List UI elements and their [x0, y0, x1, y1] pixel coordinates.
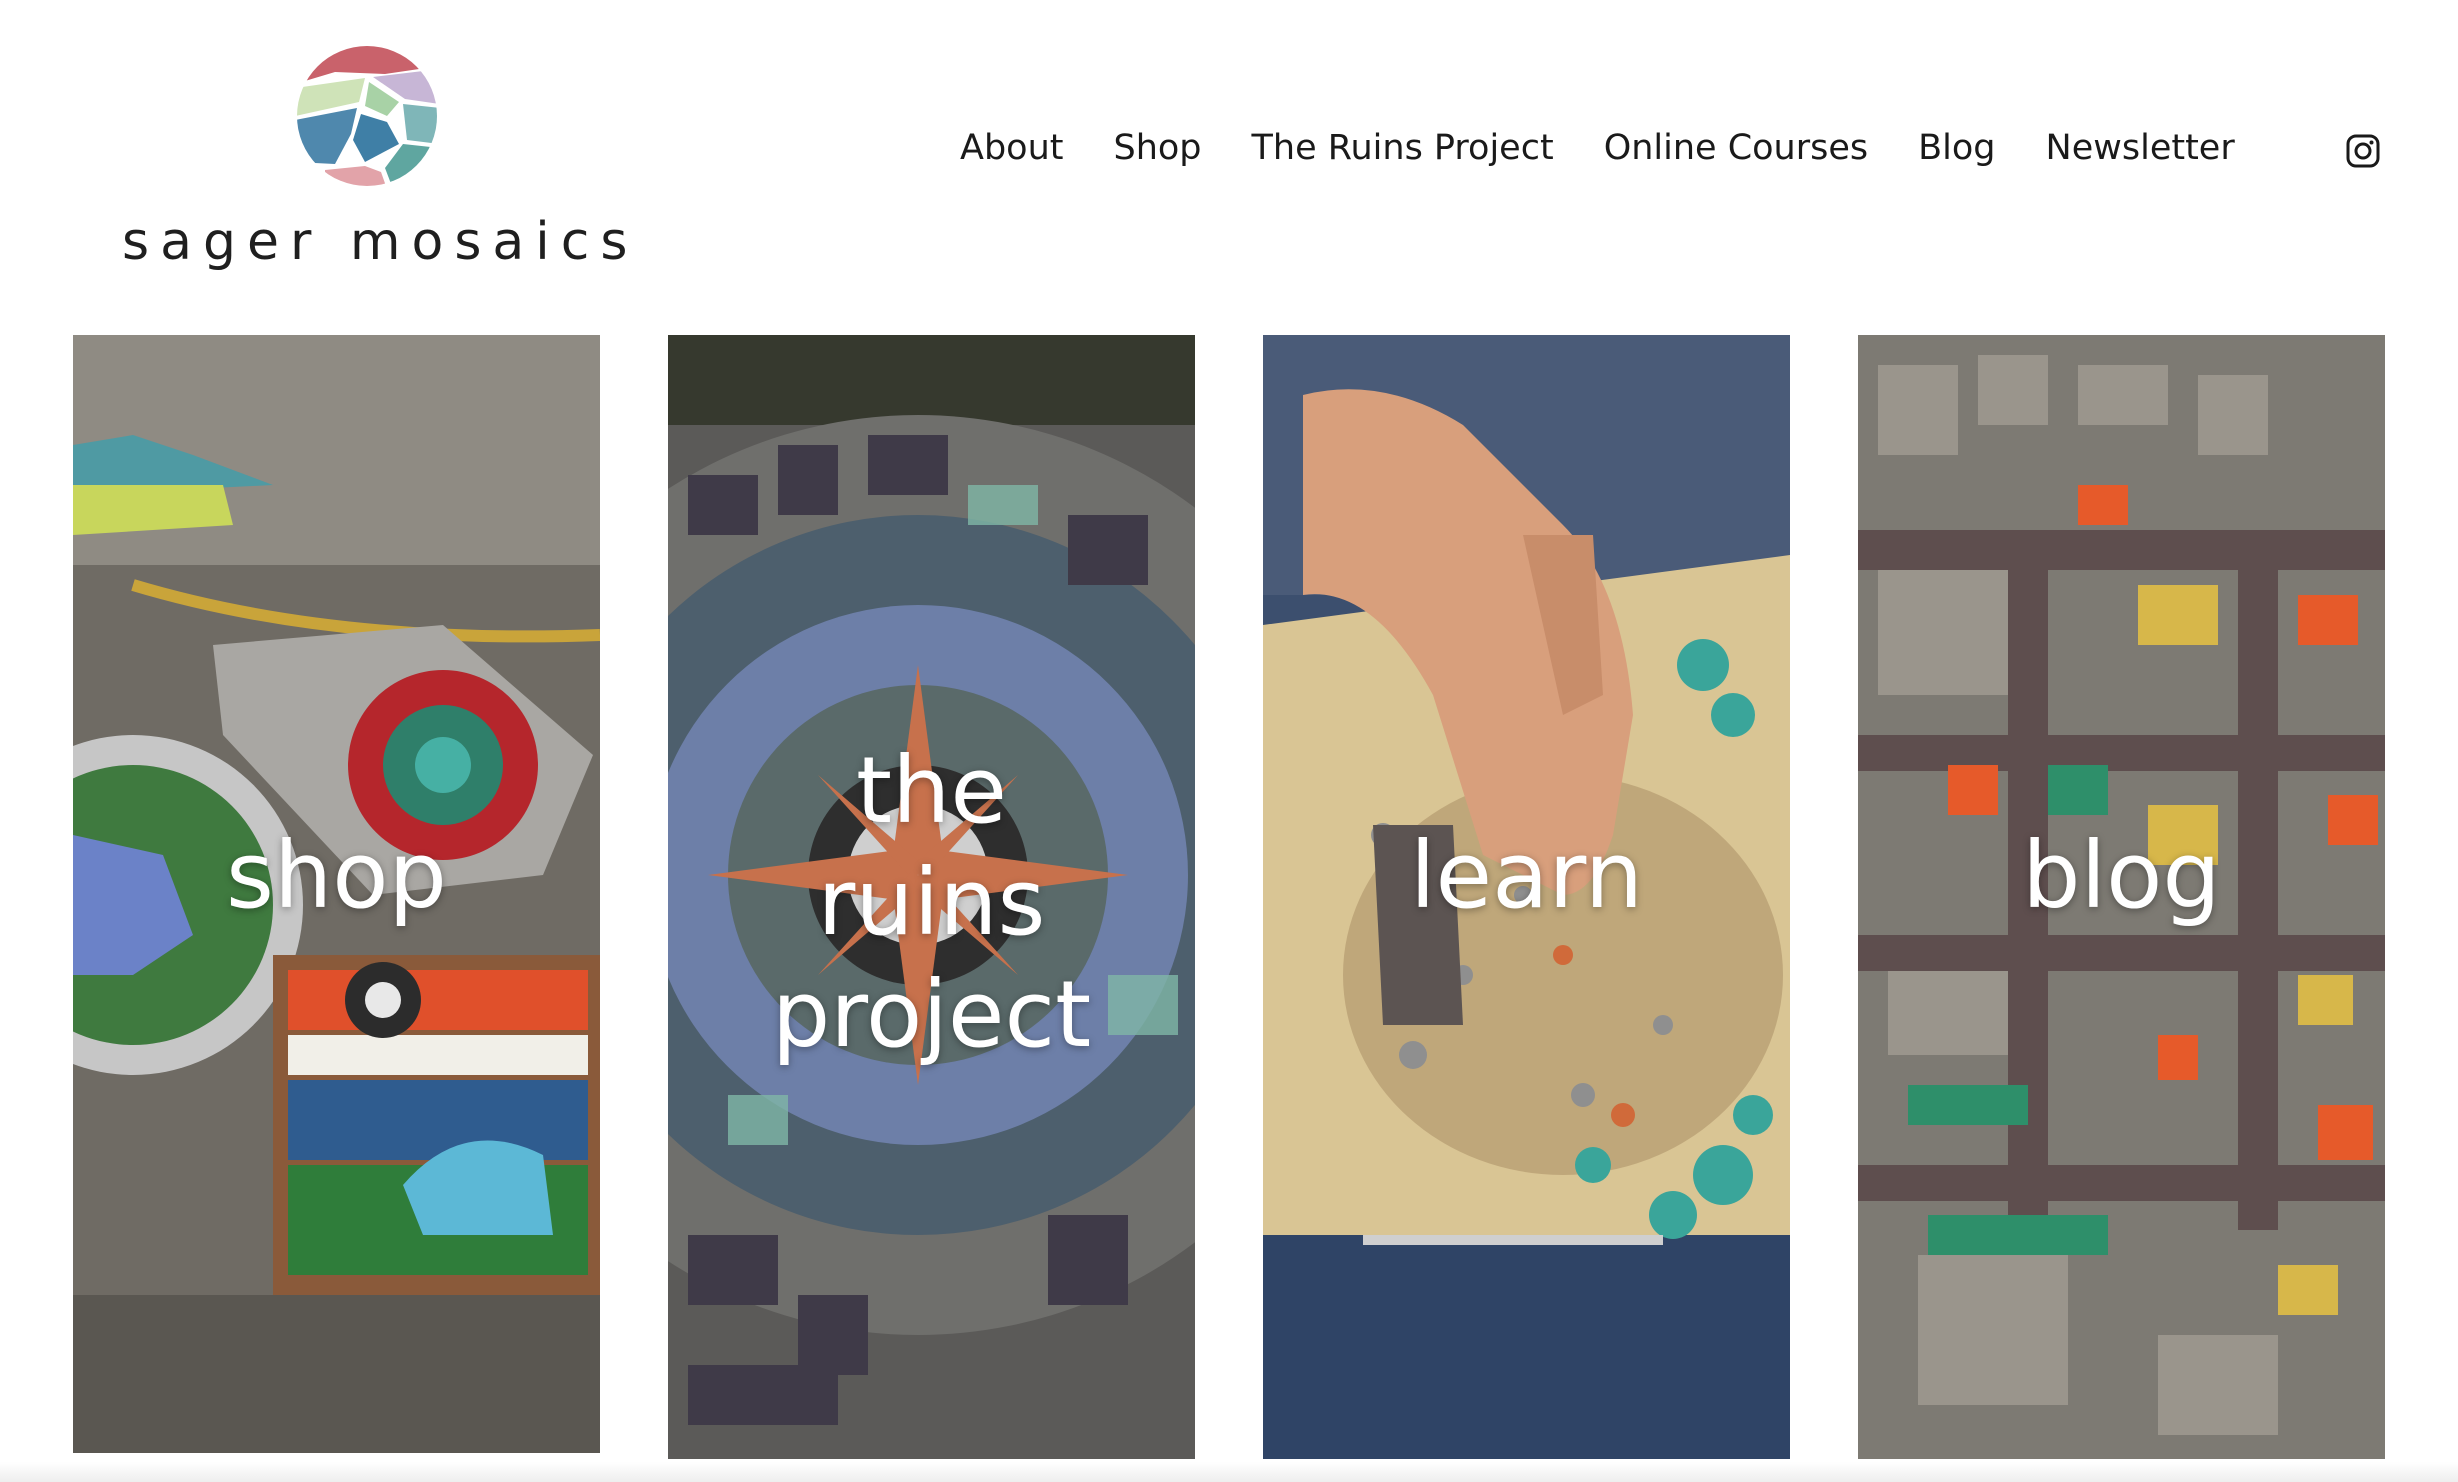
- tile-ruins-project[interactable]: the ruins project: [668, 335, 1195, 1459]
- tile-shop[interactable]: shop: [73, 335, 600, 1453]
- nav-shop[interactable]: Shop: [1113, 128, 1201, 168]
- nav-ruins-project[interactable]: The Ruins Project: [1252, 128, 1554, 168]
- mosaic-circle-logo-icon: [297, 46, 437, 186]
- brand-name: sager mosaics: [122, 212, 639, 272]
- page: sager mosaics About Shop The Ruins Proje…: [0, 0, 2458, 1482]
- instagram-icon[interactable]: [2345, 133, 2381, 169]
- site-logo[interactable]: sager mosaics: [100, 40, 640, 290]
- tile-label-learn: learn: [1409, 822, 1644, 929]
- tile-blog[interactable]: blog: [1858, 335, 2385, 1459]
- nav-newsletter[interactable]: Newsletter: [2046, 128, 2235, 168]
- tile-label-ruins: ruins: [817, 849, 1046, 956]
- nav-about[interactable]: About: [960, 128, 1063, 168]
- tile-label-project: project: [771, 961, 1092, 1068]
- bottom-edge: [0, 1462, 2458, 1482]
- main-nav: About Shop The Ruins Project Online Cour…: [960, 128, 2285, 168]
- nav-blog[interactable]: Blog: [1918, 128, 1995, 168]
- tile-label-shop: shop: [226, 822, 447, 929]
- nav-online-courses[interactable]: Online Courses: [1604, 128, 1868, 168]
- tile-label-blog: blog: [2022, 822, 2221, 929]
- tile-label-the: the: [856, 737, 1007, 844]
- tile-learn[interactable]: learn: [1263, 335, 1790, 1459]
